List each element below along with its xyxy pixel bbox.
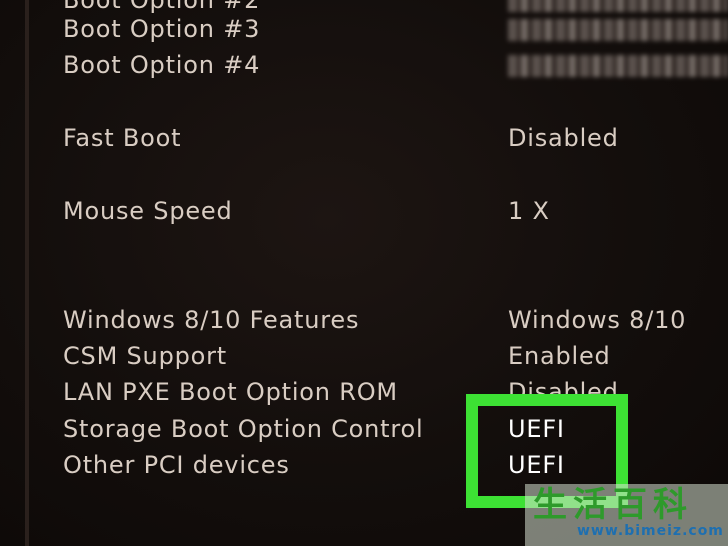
boot-option-2-value-blurred (508, 0, 728, 12)
frame-border (25, 0, 29, 546)
setting-value-csm-support[interactable]: Enabled (508, 342, 611, 370)
bios-screen: Boot Option #2 Boot Option #3 Boot Optio… (0, 0, 728, 546)
setting-label-other-pci[interactable]: Other PCI devices (63, 451, 290, 479)
setting-label-csm-support[interactable]: CSM Support (63, 342, 227, 370)
setting-value-fast-boot[interactable]: Disabled (508, 124, 619, 152)
setting-label-storage-boot[interactable]: Storage Boot Option Control (63, 415, 423, 443)
watermark-url: www.bimeiz.com (577, 523, 724, 539)
setting-label-windows-features[interactable]: Windows 8/10 Features (63, 306, 359, 334)
setting-label-boot-option-4[interactable]: Boot Option #4 (63, 51, 260, 79)
watermark: 生活百科 www.bimeiz.com (525, 484, 728, 546)
setting-label-boot-option-2[interactable]: Boot Option #2 (63, 0, 260, 14)
setting-value-windows-features[interactable]: Windows 8/10 (508, 306, 686, 334)
setting-label-mouse-speed[interactable]: Mouse Speed (63, 197, 233, 225)
setting-label-boot-option-3[interactable]: Boot Option #3 (63, 15, 260, 43)
watermark-logo: 生活百科 (533, 485, 693, 525)
setting-value-mouse-speed[interactable]: 1 X (508, 197, 550, 225)
setting-label-lan-pxe[interactable]: LAN PXE Boot Option ROM (63, 378, 398, 406)
boot-option-4-value-blurred (508, 55, 728, 77)
setting-label-fast-boot[interactable]: Fast Boot (63, 124, 181, 152)
boot-option-3-value-blurred (508, 19, 728, 41)
